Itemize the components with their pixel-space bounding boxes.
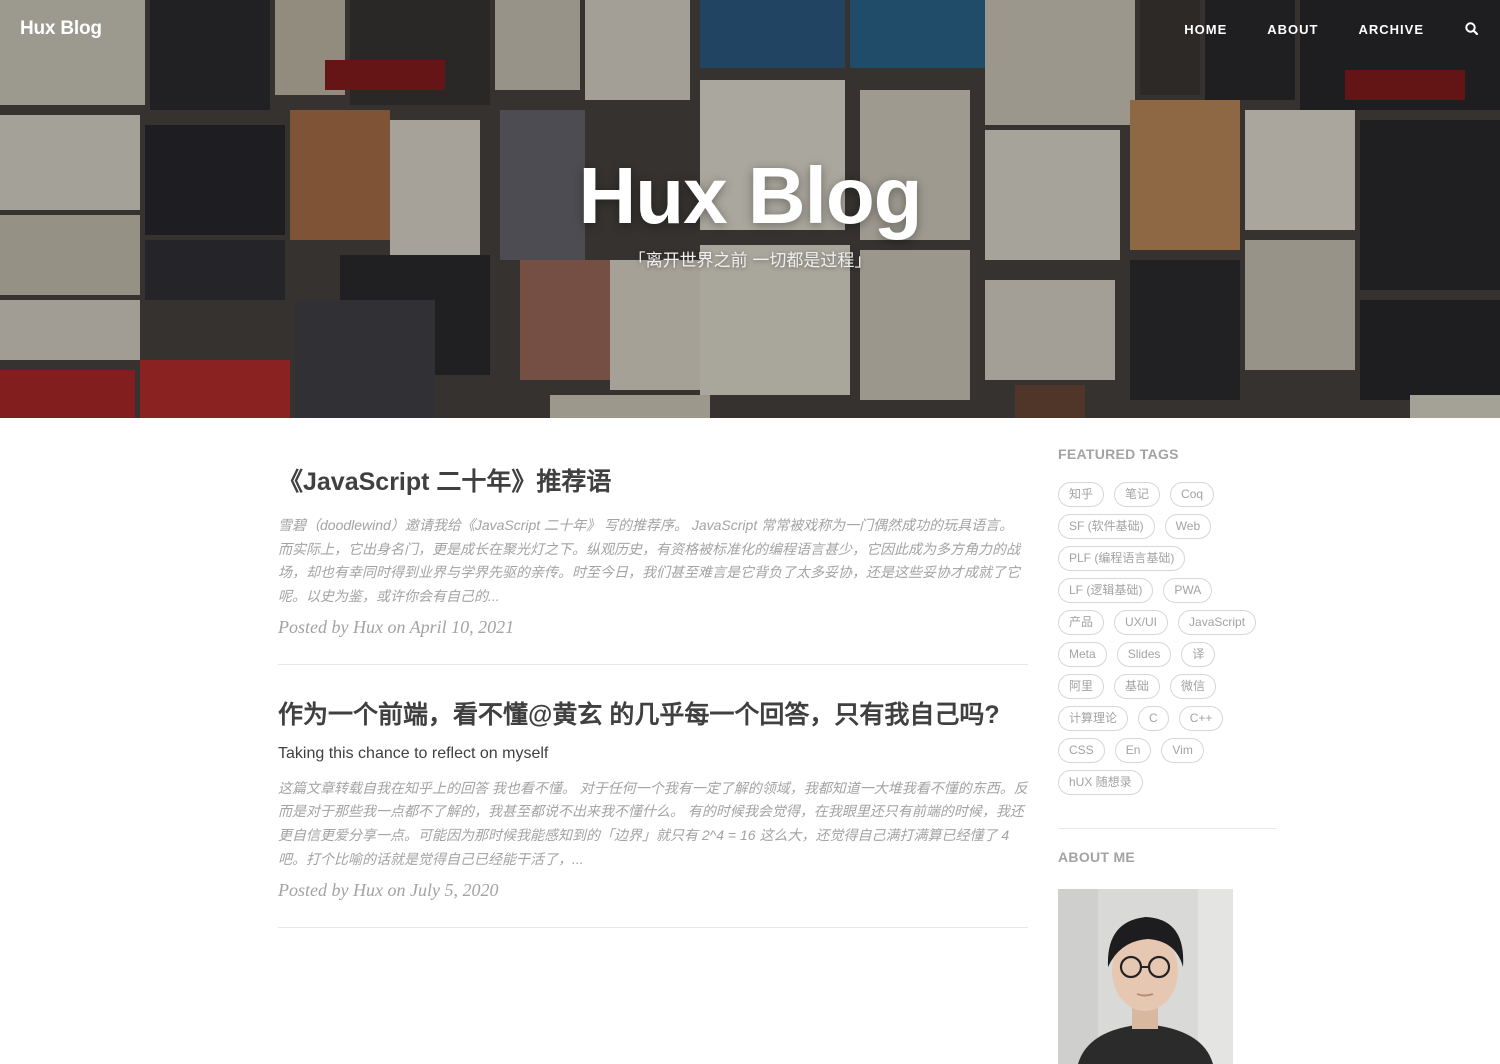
tag-translation[interactable]: 译 [1181,642,1216,667]
post-meta: Posted by Hux on April 10, 2021 [278,616,515,637]
tag-computation-theory[interactable]: 计算理论 [1058,706,1129,731]
tag-hux-thoughts[interactable]: hUX 随想录 [1058,770,1143,795]
sidebar: FEATURED TAGS 知乎 笔记 Coq SF (软件基础) Web PL… [1058,446,1276,1064]
post-excerpt[interactable]: 雪碧（doodlewind）邀请我给《JavaScript 二十年》 写的推荐序… [278,514,1028,609]
tag-notes[interactable]: 笔记 [1114,482,1161,507]
nav-home[interactable]: HOME [1184,22,1227,37]
nav-archive[interactable]: ARCHIVE [1358,22,1424,37]
tag-coq[interactable]: Coq [1170,482,1215,507]
brand-link[interactable]: Hux Blog [20,18,102,40]
sidebar-divider [1058,828,1276,829]
post-preview: 作为一个前端，看不懂@黄玄 的几乎每一个回答，只有我自己吗? Taking th… [278,699,1028,928]
avatar [1058,889,1233,1064]
tag-css[interactable]: CSS [1058,738,1105,763]
tag-c[interactable]: C [1138,706,1169,731]
hero-header: Hux Blog HOME ABOUT ARCHIVE Hux Blog 「离开… [0,0,1500,418]
tag-ux-ui[interactable]: UX/UI [1114,610,1169,635]
tag-basics[interactable]: 基础 [1114,674,1161,699]
nav-about[interactable]: ABOUT [1267,22,1318,37]
post-excerpt[interactable]: 这篇文章转载自我在知乎上的回答 我也看不懂。 对于任何一个我有一定了解的领域，我… [278,777,1028,872]
post-subtitle[interactable]: Taking this chance to reflect on myself [278,745,1028,763]
tag-zhihu[interactable]: 知乎 [1058,482,1105,507]
post-title-link[interactable]: 作为一个前端，看不懂@黄玄 的几乎每一个回答，只有我自己吗? [278,699,1028,733]
tag-slides[interactable]: Slides [1116,642,1172,667]
featured-tags-heading: FEATURED TAGS [1058,446,1179,462]
about-me-heading: ABOUT ME [1058,849,1136,865]
site-title: Hux Blog [578,151,922,240]
tag-vim[interactable]: Vim [1161,738,1204,763]
tag-cpp[interactable]: C++ [1178,706,1224,731]
post-meta: Posted by Hux on July 5, 2020 [278,879,499,900]
site-subtitle: 「离开世界之前 一切都是过程」 [628,251,872,270]
tag-wechat[interactable]: 微信 [1170,674,1217,699]
tag-product[interactable]: 产品 [1058,610,1105,635]
tag-meta[interactable]: Meta [1058,642,1107,667]
tag-pwa[interactable]: PWA [1163,578,1213,603]
top-nav: HOME ABOUT ARCHIVE [1144,21,1480,37]
tag-cloud: 知乎 笔记 Coq SF (软件基础) Web PLF (编程语言基础) LF … [1058,482,1276,802]
tag-plf[interactable]: PLF (编程语言基础) [1058,546,1186,571]
post-list: 《JavaScript 二十年》推荐语 雪碧（doodlewind）邀请我给《J… [278,466,1028,962]
search-icon[interactable] [1464,21,1480,37]
tag-javascript[interactable]: JavaScript [1178,610,1257,635]
tag-alibaba[interactable]: 阿里 [1058,674,1105,699]
tag-sf[interactable]: SF (软件基础) [1058,514,1155,539]
post-preview: 《JavaScript 二十年》推荐语 雪碧（doodlewind）邀请我给《J… [278,466,1028,665]
tag-web[interactable]: Web [1164,514,1212,539]
tag-en[interactable]: En [1114,738,1152,763]
post-title-link[interactable]: 《JavaScript 二十年》推荐语 [278,466,1028,500]
tag-lf[interactable]: LF (逻辑基础) [1058,578,1154,603]
